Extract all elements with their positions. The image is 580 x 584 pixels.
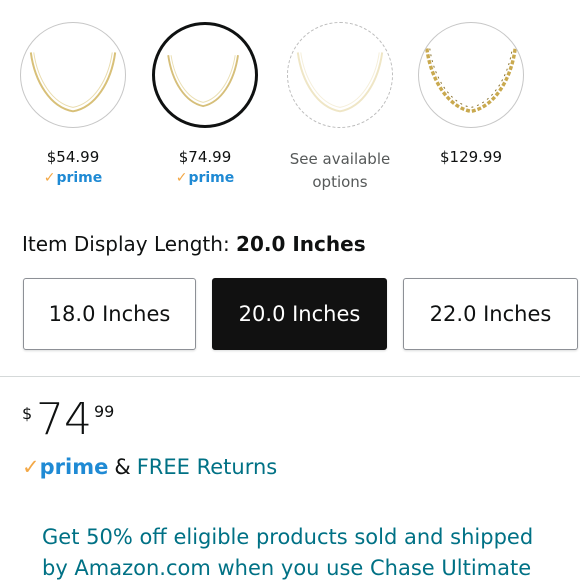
variant-selector: $54.99 ✓prime $74.99 ✓prime See availabl… [0,0,580,200]
variant-thumbnail[interactable] [418,22,524,128]
length-selector-label: Item Display Length: 20.0 Inches [22,232,366,256]
variant-price: $74.99 [178,148,232,166]
variant-price: $54.99 [46,148,100,166]
chase-promo-link[interactable]: Get 50% off eligible products sold and s… [42,522,562,584]
variant-option-selected[interactable]: $74.99 ✓prime [140,0,270,200]
prime-check-icon: ✓ [22,455,40,479]
promo-line-2: by Amazon.com when you use Chase Ultimat… [42,556,532,580]
variant-option-unavailable[interactable]: See available options [275,0,405,200]
shipping-connector: & [114,455,131,479]
prime-check-icon: ✓ [43,170,56,186]
section-divider [0,376,580,377]
variant-option[interactable]: $54.99 ✓prime [8,0,138,200]
shipping-info: ✓prime & FREE Returns [22,452,277,482]
free-returns-link[interactable]: FREE Returns [137,455,278,479]
prime-badge: ✓prime [175,170,235,186]
variant-thumbnail[interactable] [20,22,126,128]
prime-check-icon: ✓ [175,170,188,186]
prime-badge: ✓prime [43,170,103,186]
promo-line-1: Get 50% off eligible products sold and s… [42,525,534,549]
variant-thumbnail[interactable] [287,22,393,128]
chain-image [29,52,117,113]
length-option-22-button[interactable]: 22.0 Inches [403,278,578,350]
length-option-18-button[interactable]: 18.0 Inches [23,278,196,350]
variant-option[interactable]: $129.99 [406,0,536,200]
selected-length-value: 20.0 Inches [236,232,366,256]
variant-availability-note: See available options [289,150,391,191]
chain-image [167,55,239,108]
chain-image [425,48,517,114]
chain-image [296,52,384,113]
price-whole: 74 [36,394,92,445]
price-fraction: 99 [94,402,115,421]
length-option-20-button[interactable]: 20.0 Inches [212,278,387,350]
variant-thumbnail[interactable] [152,22,258,128]
price-currency-symbol: $ [22,404,33,423]
prime-logo: prime [39,455,109,479]
variant-price: $129.99 [439,148,503,166]
